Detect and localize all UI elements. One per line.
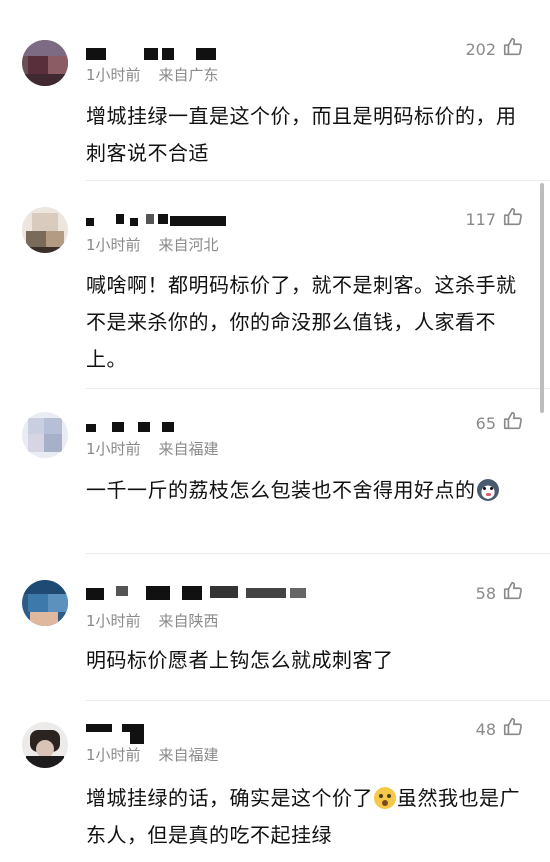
divider bbox=[86, 388, 550, 389]
comment-text: 一千一斤的荔枝怎么包装也不舍得用好点的 bbox=[86, 472, 526, 509]
divider bbox=[86, 700, 550, 701]
comment-time: 1小时前 bbox=[86, 236, 141, 254]
like-count: 117 bbox=[465, 209, 496, 229]
comment-meta: 1小时前 来自福建 bbox=[86, 438, 219, 459]
divider bbox=[86, 553, 550, 554]
like-button[interactable]: 202 bbox=[465, 36, 524, 62]
comment-meta: 1小时前 来自广东 bbox=[86, 64, 219, 85]
comment-location: 来自陕西 bbox=[158, 612, 219, 630]
comment-meta: 1小时前 来自陕西 bbox=[86, 610, 219, 631]
thumbs-up-icon bbox=[502, 716, 524, 742]
like-button[interactable]: 117 bbox=[465, 206, 524, 232]
username-redacted[interactable] bbox=[86, 584, 326, 602]
like-count: 48 bbox=[475, 719, 496, 739]
avatar[interactable] bbox=[22, 207, 68, 253]
comment-meta: 1小时前 来自河北 bbox=[86, 234, 219, 255]
like-count: 58 bbox=[475, 583, 496, 603]
comment-text: 增城挂绿的话，确实是这个价了 虽然我也是广东人，但是真的吃不起挂绿 bbox=[86, 780, 526, 854]
username-redacted[interactable] bbox=[86, 724, 166, 744]
like-button[interactable]: 58 bbox=[476, 580, 524, 606]
like-count: 65 bbox=[475, 413, 496, 433]
comment-time: 1小时前 bbox=[86, 612, 141, 630]
like-button[interactable]: 65 bbox=[476, 410, 524, 436]
shocked-face-emoji-icon bbox=[374, 787, 396, 809]
avatar[interactable] bbox=[22, 40, 68, 86]
avatar[interactable] bbox=[22, 580, 68, 626]
divider bbox=[86, 180, 550, 181]
comment-time: 1小时前 bbox=[86, 746, 141, 764]
thumbs-up-icon bbox=[502, 580, 524, 606]
comment-text-part: 增城挂绿的话，确实是这个价了 bbox=[86, 786, 373, 810]
scrollbar[interactable] bbox=[540, 183, 544, 413]
thumbs-up-icon bbox=[502, 36, 524, 62]
username-redacted[interactable] bbox=[86, 212, 236, 228]
comment-location: 来自河北 bbox=[158, 236, 219, 254]
comment-time: 1小时前 bbox=[86, 440, 141, 458]
username-redacted[interactable] bbox=[86, 420, 206, 434]
comment-meta: 1小时前 来自福建 bbox=[86, 744, 219, 765]
comment-location: 来自广东 bbox=[158, 66, 219, 84]
like-button[interactable]: 48 bbox=[476, 716, 524, 742]
thumbs-up-icon bbox=[502, 410, 524, 436]
comment-text: 明码标价愿者上钩怎么就成刺客了 bbox=[86, 648, 394, 672]
husky-emoji-icon bbox=[476, 479, 499, 501]
avatar[interactable] bbox=[22, 722, 68, 768]
comment-location: 来自福建 bbox=[158, 440, 219, 458]
comment-text-body: 一千一斤的荔枝怎么包装也不舍得用好点的 bbox=[86, 478, 476, 502]
comment-location: 来自福建 bbox=[158, 746, 219, 764]
username-redacted[interactable] bbox=[86, 46, 226, 60]
thumbs-up-icon bbox=[502, 206, 524, 232]
comment-time: 1小时前 bbox=[86, 66, 141, 84]
comment-text: 增城挂绿一直是这个价，而且是明码标价的，用刺客说不合适 bbox=[86, 104, 517, 165]
like-count: 202 bbox=[465, 39, 496, 59]
avatar[interactable] bbox=[22, 412, 68, 458]
comment-text: 喊啥啊！都明码标价了，就不是刺客。这杀手就不是来杀你的，你的命没那么值钱，人家看… bbox=[86, 273, 517, 371]
